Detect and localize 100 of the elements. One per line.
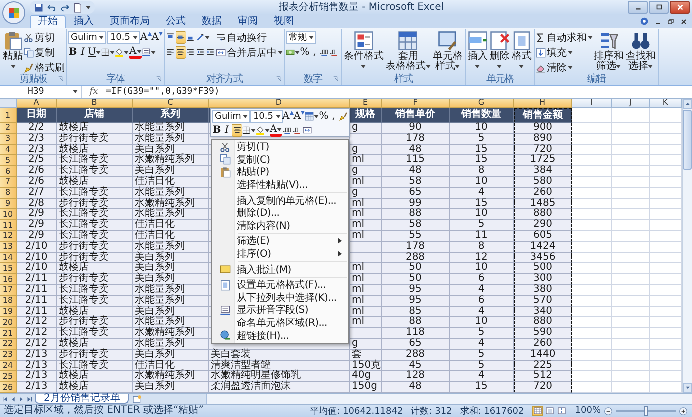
ribbon-button[interactable]: 剪切 bbox=[24, 31, 55, 44]
menu-item[interactable]: 从下拉列表中选择(K)... bbox=[213, 292, 347, 304]
menu-item[interactable]: 剪切(T) bbox=[213, 141, 347, 154]
toolbar-button[interactable] bbox=[142, 46, 156, 59]
menu-item[interactable]: 插入批注(M) bbox=[213, 263, 347, 276]
close-button[interactable] bbox=[670, 1, 690, 14]
column-header[interactable]: E bbox=[350, 99, 382, 108]
toolbar-button[interactable]: , bbox=[310, 46, 320, 59]
office-button[interactable] bbox=[2, 1, 26, 25]
menu-item[interactable]: 复制(C) bbox=[213, 154, 347, 166]
row-header[interactable]: 23 bbox=[0, 350, 17, 361]
row-header[interactable]: 5 bbox=[0, 155, 17, 166]
scroll-down-button[interactable] bbox=[683, 383, 692, 393]
row-header[interactable]: 14 bbox=[0, 252, 17, 264]
toolbar-button[interactable]: A bbox=[282, 110, 294, 123]
undo-icon[interactable] bbox=[47, 2, 57, 12]
toolbar-button[interactable]: U bbox=[88, 46, 102, 59]
toolbar-button[interactable] bbox=[176, 46, 186, 59]
column-header[interactable]: K bbox=[650, 99, 682, 108]
ribbon-tab[interactable]: 视图 bbox=[266, 15, 302, 28]
menu-item[interactable]: 选择性粘贴(V)... bbox=[213, 178, 347, 192]
row-header[interactable]: 3 bbox=[0, 134, 17, 145]
row-header[interactable]: 25 bbox=[0, 371, 17, 382]
ribbon-tab[interactable]: 插入 bbox=[66, 15, 102, 28]
column-header[interactable]: I bbox=[572, 99, 612, 108]
menu-item[interactable]: 清除内容(N) bbox=[213, 220, 347, 232]
toolbar-button[interactable] bbox=[256, 124, 270, 137]
ribbon-tab[interactable]: 公式 bbox=[158, 15, 194, 28]
row-header[interactable]: 21 bbox=[0, 328, 17, 339]
toolbar-button[interactable] bbox=[115, 46, 130, 59]
column-header[interactable]: B bbox=[57, 99, 133, 108]
column-header[interactable]: C bbox=[133, 99, 209, 108]
ribbon-tab[interactable]: 数据 bbox=[194, 15, 230, 28]
row-header[interactable]: 4 bbox=[0, 144, 17, 156]
close-icon[interactable] bbox=[680, 18, 688, 26]
toolbar-button[interactable]: I bbox=[222, 124, 232, 137]
toolbar-button[interactable]: , bbox=[328, 110, 339, 123]
first-sheet-icon[interactable] bbox=[2, 396, 9, 402]
ribbon-button[interactable]: 填充 bbox=[536, 46, 573, 59]
normal-view-button[interactable] bbox=[532, 406, 544, 416]
zoom-out-icon[interactable] bbox=[604, 406, 613, 416]
ribbon-button[interactable]: 套用 表格格式 bbox=[384, 29, 432, 73]
toolbar-button[interactable]: A bbox=[152, 31, 163, 44]
toolbar-button[interactable] bbox=[304, 110, 319, 123]
row-header[interactable]: 7 bbox=[0, 176, 17, 188]
zoom-level[interactable]: 100% bbox=[575, 406, 601, 416]
row-header[interactable]: 17 bbox=[0, 284, 17, 296]
toolbar-button[interactable]: A bbox=[140, 31, 152, 44]
menu-item[interactable]: 筛选(E) bbox=[213, 235, 347, 248]
ribbon-button[interactable]: 自动求和 bbox=[536, 31, 593, 44]
column-header[interactable]: G bbox=[450, 99, 514, 108]
ribbon-button[interactable]: 格式 bbox=[510, 29, 533, 73]
menu-item[interactable]: 排序(O) bbox=[213, 248, 347, 260]
row-header[interactable]: 6 bbox=[0, 166, 17, 177]
name-box[interactable]: H39 bbox=[0, 86, 82, 98]
formula-field[interactable]: =IF(G39="",0,G39*F39) bbox=[106, 87, 692, 97]
row-header[interactable]: 2 bbox=[0, 123, 17, 134]
maximize-button[interactable] bbox=[649, 1, 669, 14]
row-header[interactable]: 10 bbox=[0, 209, 17, 220]
row-header[interactable]: 18 bbox=[0, 296, 17, 307]
save-icon[interactable] bbox=[34, 2, 44, 12]
row-header[interactable]: 13 bbox=[0, 242, 17, 253]
column-header[interactable]: F bbox=[382, 99, 450, 108]
ribbon-button[interactable]: 删除 bbox=[488, 29, 511, 73]
column-header[interactable]: D bbox=[209, 99, 350, 108]
toolbar-button[interactable] bbox=[232, 124, 242, 137]
ribbon-button[interactable]: 复制 bbox=[24, 46, 55, 59]
row-header[interactable]: 8 bbox=[0, 188, 17, 199]
column-header[interactable]: H bbox=[514, 99, 572, 108]
zoom-in-icon[interactable] bbox=[679, 406, 688, 416]
row-header[interactable]: 15 bbox=[0, 263, 17, 274]
toolbar-button[interactable] bbox=[242, 124, 256, 137]
ribbon-button[interactable]: 格式刷 bbox=[24, 61, 65, 74]
horizontal-scrollbar[interactable] bbox=[206, 394, 692, 404]
ribbon-button[interactable]: 自动换行 bbox=[216, 31, 267, 44]
dropdown-field[interactable]: 10.5 bbox=[250, 110, 282, 123]
menu-item[interactable]: 设置单元格格式(F)... bbox=[213, 278, 347, 292]
sheet-tab[interactable]: 2月份销售记录单 bbox=[35, 394, 130, 404]
toolbar-button[interactable] bbox=[176, 31, 186, 44]
scroll-thumb[interactable] bbox=[683, 110, 692, 170]
menu-item[interactable]: 命名单元格区域(R)... bbox=[213, 316, 347, 330]
toolbar-button[interactable] bbox=[101, 46, 116, 59]
slider-thumb[interactable] bbox=[644, 406, 648, 416]
ribbon-button[interactable]: 插入 bbox=[466, 29, 489, 73]
row-header[interactable]: 12 bbox=[0, 230, 17, 242]
page-layout-button[interactable] bbox=[544, 406, 556, 416]
ribbon-button[interactable]: 排序和 筛选 bbox=[592, 29, 625, 73]
row-header[interactable]: 9 bbox=[0, 198, 17, 210]
row-header[interactable]: 22 bbox=[0, 338, 17, 350]
menu-item[interactable]: 插入复制的单元格(E)... bbox=[213, 194, 347, 207]
toolbar-button[interactable]: I bbox=[78, 46, 88, 59]
menu-item[interactable]: 删除(D)... bbox=[213, 206, 347, 220]
page-break-button[interactable] bbox=[556, 406, 568, 416]
menu-item[interactable]: 超链接(H)... bbox=[213, 329, 347, 342]
ribbon-button[interactable]: 查找和 选择 bbox=[624, 29, 657, 73]
redo-icon[interactable] bbox=[60, 2, 70, 12]
dropdown-field[interactable]: 常规 bbox=[286, 31, 316, 44]
toolbar-button[interactable]: A bbox=[294, 110, 305, 123]
row-header[interactable]: 26 bbox=[0, 382, 17, 393]
toolbar-button[interactable]: B bbox=[212, 124, 222, 137]
